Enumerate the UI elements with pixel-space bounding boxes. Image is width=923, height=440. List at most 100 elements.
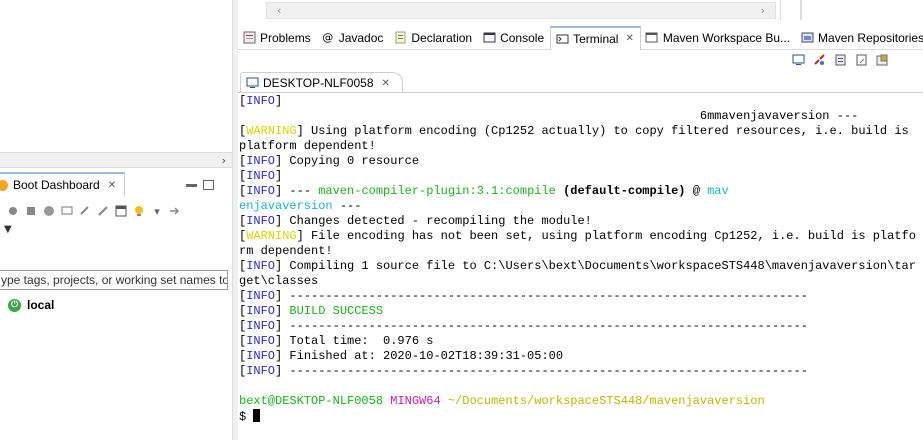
terminal-text: ] --------------------------------------… — [275, 319, 808, 333]
open-browser-icon[interactable] — [60, 204, 74, 218]
terminal-text: mav — [707, 184, 729, 198]
toolbar-menu-arrow-icon[interactable]: ▼ — [4, 224, 12, 235]
close-icon[interactable]: ✕ — [382, 78, 390, 89]
tab-declaration[interactable]: Declaration — [389, 26, 478, 50]
boot-dashboard-panel: Boot Dashboard ✕ ▾ ▼ ype tags, projects,… — [0, 168, 232, 440]
terminal-text: @ — [685, 184, 708, 198]
terminal-line: [INFO] Compiling 1 source file to C:\Use… — [239, 259, 916, 274]
terminal-text: WARNING — [246, 229, 297, 243]
tab-javadoc[interactable]: @ Javadoc — [317, 26, 390, 50]
close-icon[interactable]: ✕ — [625, 33, 633, 44]
tab-maven-workspace-build[interactable]: Maven Workspace Bu... — [641, 26, 796, 50]
terminal-text: MINGW64 — [390, 394, 441, 408]
terminal-text: INFO — [246, 364, 276, 378]
terminal-line: [INFO] ---------------------------------… — [239, 319, 808, 334]
terminal-line: [INFO] — [239, 169, 282, 184]
disconnect-icon[interactable] — [811, 53, 827, 67]
filter-input[interactable]: ype tags, projects, or working set names… — [0, 270, 228, 290]
maximize-icon[interactable] — [203, 180, 214, 190]
terminal-line: rm dependent! — [239, 244, 333, 259]
console-icon[interactable] — [114, 204, 128, 218]
close-icon[interactable]: ✕ — [108, 180, 116, 191]
deploy-icon[interactable] — [168, 204, 182, 218]
editor-horizontal-scrollbar[interactable]: ‹ › — [266, 2, 776, 19]
terminal-icon — [555, 32, 569, 46]
terminal-text: WARNING — [246, 124, 297, 138]
terminal-text: 6mmavenjavaversion --- — [239, 109, 859, 123]
stop-icon[interactable] — [24, 204, 38, 218]
terminal-text: ] --------------------------------------… — [275, 289, 808, 303]
terminal-text: INFO — [246, 304, 276, 318]
tab-label: Maven Repositories — [818, 30, 923, 45]
terminal-text: INFO — [246, 184, 276, 198]
power-icon: ⏻ — [8, 298, 21, 312]
minimize-icon[interactable] — [186, 184, 197, 187]
terminal-text: INFO — [246, 349, 276, 363]
link-icon[interactable] — [78, 204, 92, 218]
clear-console-icon[interactable] — [853, 53, 869, 67]
terminal-line: [INFO] Copying 0 resource — [239, 154, 419, 169]
terminal-text: ~/Documents/workspaceSTS448/mavenjavaver… — [447, 394, 765, 408]
tab-label: Maven Workspace Bu... — [662, 30, 791, 45]
window-icon — [645, 31, 659, 45]
tab-boot-dashboard[interactable]: Boot Dashboard ✕ — [0, 172, 126, 196]
left-horizontal-scrollbar[interactable]: › — [0, 152, 232, 168]
terminal-text: ] Using platform encoding (Cp1252 actual… — [296, 124, 909, 138]
console-icon — [482, 31, 496, 45]
terminal-output[interactable]: [INFO] 6mmavenjavaversion --- [WARNING] U… — [239, 94, 923, 440]
terminal-text: maven-compiler-plugin:3.1:compile — [318, 184, 556, 198]
terminal-text: bext@DESKTOP-NLF0058 — [239, 394, 384, 408]
pin-console-icon[interactable] — [874, 53, 890, 67]
terminal-text: INFO — [246, 319, 276, 333]
scroll-right-arrow-icon[interactable]: › — [761, 4, 765, 17]
bulb-icon[interactable] — [132, 204, 146, 218]
terminal-text: get\classes — [239, 274, 319, 288]
terminal-session-tab[interactable]: DESKTOP-NLF0058 ✕ — [240, 72, 403, 93]
terminal-text: ] --------------------------------------… — [275, 364, 808, 378]
local-label: local — [27, 298, 55, 312]
tree-item-local[interactable]: ⏻ local — [8, 298, 54, 312]
terminal-text: INFO — [246, 94, 276, 108]
tab-terminal[interactable]: Terminal ✕ — [550, 25, 641, 50]
tab-maven-repositories[interactable]: Maven Repositories — [796, 26, 923, 50]
terminal-text: ] Copying 0 resource — [275, 154, 420, 168]
terminal-text: platform dependent! — [239, 139, 376, 153]
pause-icon[interactable] — [42, 204, 56, 218]
tab-console[interactable]: Console — [478, 26, 550, 50]
terminal-toolbar — [790, 53, 890, 69]
terminal-text: INFO — [246, 289, 276, 303]
scroll-right-arrow-icon[interactable]: › — [222, 154, 226, 167]
terminal-line: platform dependent! — [239, 139, 376, 154]
tab-label: Javadoc — [338, 30, 384, 45]
dropdown-arrow-icon[interactable]: ▾ — [150, 204, 164, 218]
terminal-cursor — [253, 409, 261, 422]
scroll-left-arrow-icon[interactable]: ‹ — [277, 4, 281, 17]
terminal-text: INFO — [246, 214, 276, 228]
scroll-lock-icon[interactable] — [832, 53, 848, 67]
maven-repositories-icon — [800, 31, 814, 45]
terminal-line: [INFO] ---------------------------------… — [239, 364, 808, 379]
terminal-text: INFO — [246, 259, 276, 273]
boot-dashboard-icon — [0, 179, 8, 191]
terminal-session-icon — [245, 77, 259, 89]
tab-label: Terminal — [573, 31, 619, 46]
tab-problems[interactable]: Problems — [238, 26, 317, 50]
boot-dashboard-tabbar: Boot Dashboard ✕ — [0, 172, 232, 196]
terminal-text: ] Finished at: 2020-10-02T18:39:31-05:00 — [275, 349, 564, 363]
terminal-text: ] File encoding has not been set, using … — [296, 229, 916, 243]
terminal-line: 6mmavenjavaversion --- — [239, 109, 858, 124]
terminal-console-icon[interactable] — [790, 53, 806, 67]
problems-icon — [242, 31, 256, 45]
terminal-line: get\classes — [239, 274, 318, 289]
terminal-line: [INFO] ---------------------------------… — [239, 289, 808, 304]
view-controls — [186, 180, 214, 190]
side-divider — [800, 0, 802, 20]
edit-icon[interactable] — [96, 204, 110, 218]
terminal-line: [INFO] — [239, 94, 282, 109]
terminal-text: ] — [275, 169, 283, 183]
terminal-text: ] --- — [275, 184, 319, 198]
restart-icon[interactable] — [6, 204, 20, 218]
pane-divider[interactable] — [232, 0, 238, 440]
